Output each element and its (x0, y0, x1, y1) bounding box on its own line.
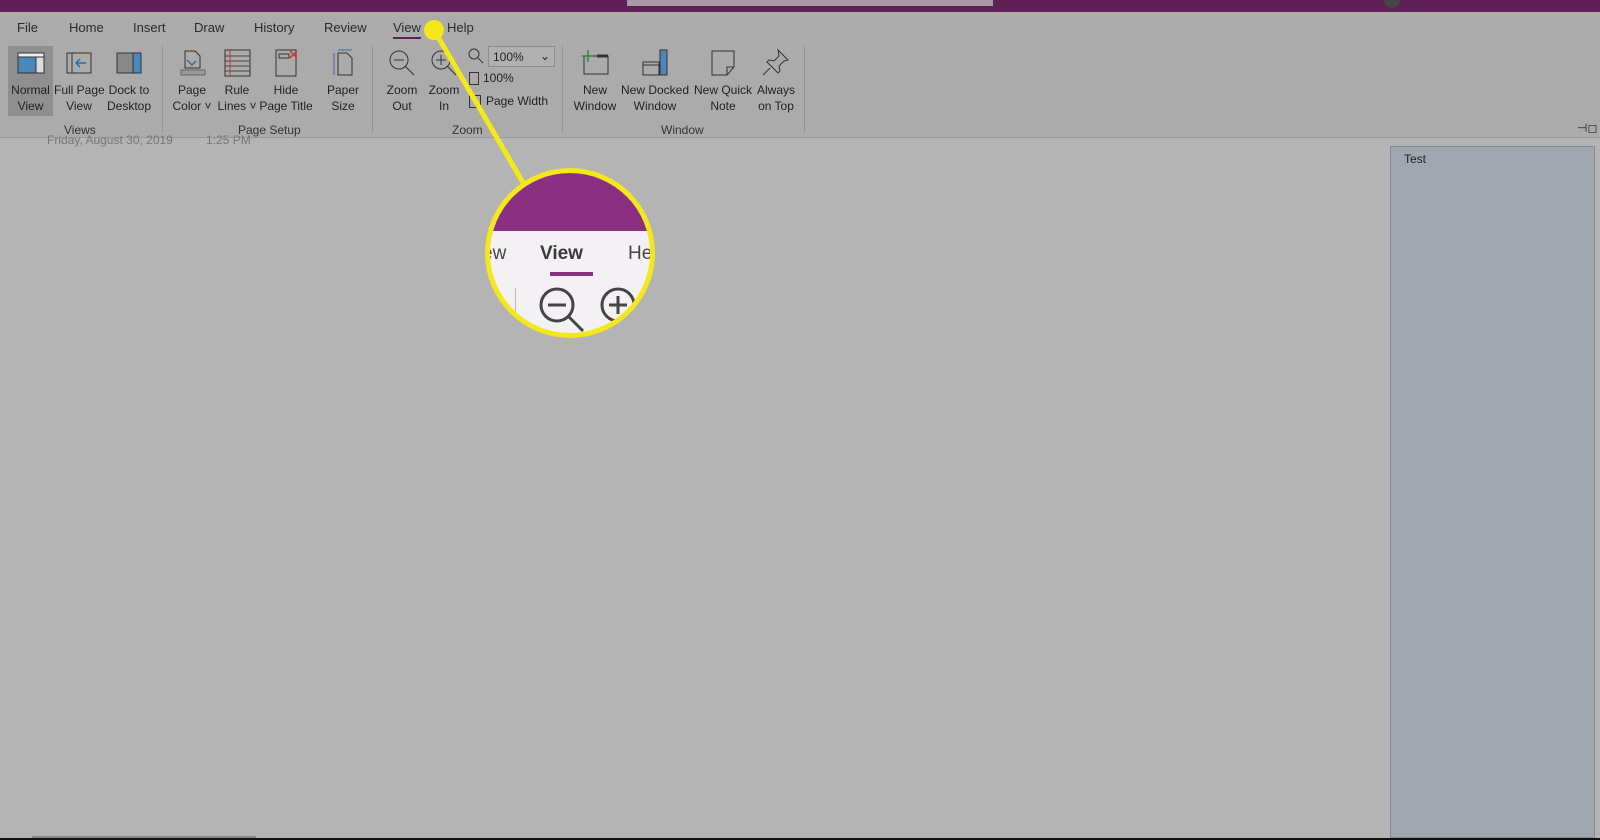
page-time: 1:25 PM (206, 133, 251, 147)
tab-history[interactable]: History (254, 20, 294, 35)
page-icon (469, 72, 479, 86)
magnified-title-bar (490, 173, 650, 231)
paper-size-icon (333, 49, 353, 76)
magnified-tab-view: View (540, 243, 583, 264)
page-width-button[interactable]: Page Width (469, 94, 548, 109)
pin-ribbon-icon[interactable]: ⊣◻ (1577, 121, 1597, 135)
pages-pane: Test (1390, 146, 1595, 838)
new-window-button[interactable]: New Window (572, 48, 618, 114)
hide-page-title-icon (275, 49, 298, 77)
group-label-zoom: Zoom (452, 123, 483, 137)
new-docked-window-button[interactable]: New Docked Window (620, 48, 690, 114)
page-color-icon (180, 50, 206, 76)
avatar[interactable] (1384, 0, 1400, 8)
dock-to-desktop-button[interactable]: Dock to Desktop (104, 48, 154, 114)
zoom-level-select[interactable]: 100% ⌄ (488, 46, 555, 67)
rule-lines-button[interactable]: Rule Lines ˅ (216, 48, 258, 114)
page-date: Friday, August 30, 2019 (47, 133, 173, 147)
paper-size-button[interactable]: Paper Size (320, 48, 366, 114)
full-page-view-icon (66, 52, 92, 74)
hundred-percent-button[interactable]: 100% (469, 71, 514, 86)
normal-view-button[interactable]: Normal View (8, 46, 53, 116)
quick-note-icon (711, 50, 735, 76)
tab-home[interactable]: Home (69, 20, 104, 35)
chevron-down-icon: ⌄ (539, 49, 550, 63)
rule-lines-icon (224, 49, 251, 77)
always-on-top-button[interactable]: Always on Top (754, 48, 798, 114)
tab-insert[interactable]: Insert (133, 20, 166, 35)
tab-draw[interactable]: Draw (194, 20, 224, 35)
tab-help[interactable]: Help (447, 20, 474, 35)
zoom-magnifier-icon (468, 48, 484, 64)
magnified-zoom-out-icon (539, 287, 585, 333)
page-color-button[interactable]: Page Color ˅ (168, 48, 216, 114)
tab-review[interactable]: Review (324, 20, 367, 35)
magnifier-callout: ew View He (485, 168, 655, 338)
search-box[interactable] (627, 0, 993, 6)
new-quick-note-button[interactable]: New Quick Note (692, 48, 754, 114)
magnified-active-underline (550, 272, 593, 276)
page-canvas[interactable]: Friday, August 30, 2019 1:25 PM (0, 133, 1600, 838)
zoom-in-button[interactable]: Zoom In (424, 48, 464, 114)
group-divider (372, 46, 373, 132)
zoom-out-button[interactable]: Zoom Out (380, 48, 424, 114)
zoom-in-icon (431, 50, 457, 76)
dock-to-desktop-icon (116, 52, 142, 74)
tab-file[interactable]: File (17, 20, 38, 35)
group-divider (162, 46, 163, 132)
group-label-window: Window (661, 123, 704, 137)
group-divider (804, 46, 805, 132)
hide-page-title-button[interactable]: Hide Page Title (258, 48, 314, 114)
zoom-out-icon (389, 50, 415, 76)
page-width-icon (469, 95, 481, 109)
title-bar (0, 0, 1600, 12)
ribbon: File Home Insert Draw History Review Vie… (0, 12, 1600, 138)
pin-icon (762, 48, 789, 76)
magnified-tab-help: He (628, 243, 653, 264)
magnified-divider (515, 288, 516, 333)
magnified-zoom-in-icon (600, 287, 636, 323)
new-docked-window-icon (642, 49, 668, 76)
magnified-tab-review: ew (490, 243, 507, 264)
new-window-icon (582, 50, 609, 75)
page-list-item[interactable]: Test (1404, 152, 1426, 166)
tab-view[interactable]: View (393, 20, 421, 39)
full-page-view-button[interactable]: Full Page View (54, 48, 105, 114)
normal-view-icon (17, 52, 44, 74)
group-divider (562, 46, 563, 132)
